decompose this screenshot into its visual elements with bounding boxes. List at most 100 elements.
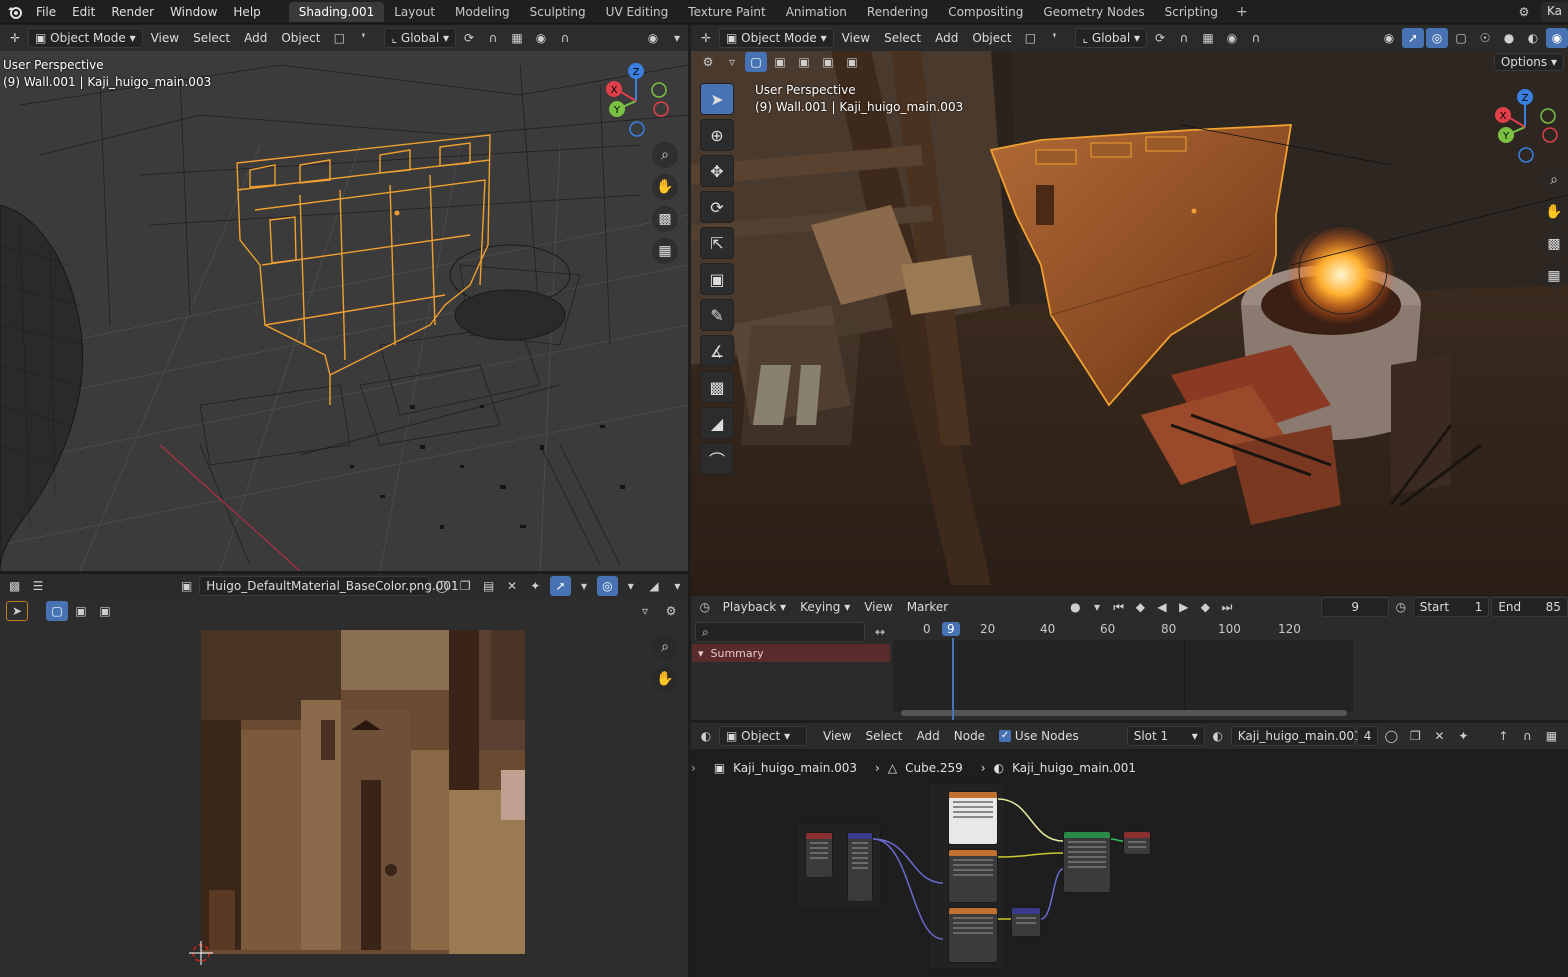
material-shading-icon[interactable]: ◐ [1522, 28, 1544, 48]
node-editor[interactable]: ◐ ▣ Object ▾ View Select Add Node ✓ Use … [691, 723, 1568, 977]
tab-scripting[interactable]: Scripting [1155, 2, 1228, 22]
navigation-gizmo[interactable]: Z Y X [602, 61, 672, 141]
breadcrumb-material[interactable]: Kaji_huigo_main.001 [1012, 761, 1136, 775]
wireframe-shading-icon[interactable]: ☉ [1474, 28, 1496, 48]
menu-object[interactable]: Object [275, 28, 326, 48]
display-channels-icon[interactable]: ◢ [643, 576, 664, 596]
transform-tool-icon[interactable]: ▣ [700, 263, 734, 295]
move-tool-icon[interactable]: ✥ [700, 155, 734, 187]
cursor-tool-icon[interactable]: ⊕ [700, 119, 734, 151]
current-frame-field[interactable]: 9 [1321, 597, 1390, 617]
zoom-icon[interactable]: ⌕ [1541, 167, 1567, 193]
image-name-field[interactable]: Huigo_DefaultMaterial_BaseColor.png.001 [199, 576, 459, 596]
tab-compositing[interactable]: Compositing [938, 2, 1033, 22]
falloff-icon[interactable]: ∩ [554, 28, 576, 48]
menu-view[interactable]: View [858, 597, 898, 617]
duplicate-material-icon[interactable]: ❐ [1404, 726, 1426, 746]
xray-icon[interactable]: ▢ [1450, 28, 1472, 48]
node-graph[interactable] [691, 779, 1568, 977]
material-sphere-icon[interactable]: ◐ [1207, 726, 1229, 746]
solid-shading-icon[interactable]: ● [1498, 28, 1520, 48]
menu-view[interactable]: View [145, 28, 185, 48]
image-browse-icon[interactable]: ▣ [176, 576, 197, 596]
viewport-right[interactable]: ✛ ▣ Object Mode ▾ View Select Add Object… [691, 25, 1568, 595]
snap-icon[interactable]: ∩ [1516, 726, 1538, 746]
scene-name[interactable]: Ka [1540, 2, 1568, 22]
pan-hand-icon[interactable]: ✋ [652, 666, 678, 692]
select-box-tool-icon[interactable]: ➤ [700, 83, 734, 115]
playback-dropdown[interactable]: Playback ▾ [717, 597, 792, 617]
object-mode-dropdown[interactable]: ▣ Object Mode ▾ [28, 28, 143, 48]
editor-type-icon[interactable]: ✛ [695, 28, 717, 48]
measure-tool-icon[interactable]: ∡ [700, 335, 734, 367]
menu-add[interactable]: Add [929, 28, 964, 48]
mesh-icon[interactable]: □ [328, 28, 350, 48]
grid-icon[interactable]: ▦ [652, 238, 678, 264]
add-cube-tool-icon[interactable]: ▩ [700, 371, 734, 403]
jump-end-icon[interactable]: ⏭ [1217, 597, 1237, 617]
settings-gear-icon[interactable]: ⚙ [697, 52, 719, 72]
select-subtract-icon[interactable]: ▣ [94, 601, 116, 621]
visibility-icon[interactable]: ◉ [642, 28, 664, 48]
fake-user-shield-icon[interactable]: ◯ [431, 576, 452, 596]
tool-extra-a-icon[interactable]: ◢ [700, 407, 734, 439]
unlink-x-icon[interactable]: ✕ [1428, 726, 1450, 746]
timeline-search-input[interactable]: ⌕ [695, 622, 865, 642]
editor-type-icon[interactable]: ◷ [695, 597, 715, 617]
visibility-icon[interactable]: ◉ [1378, 28, 1400, 48]
texture-image[interactable] [201, 630, 525, 954]
object-mode-dropdown[interactable]: ▣ Object Mode ▾ [719, 28, 834, 48]
select-invert-icon[interactable]: ▣ [817, 52, 839, 72]
stopwatch-icon[interactable]: ◷ [1391, 597, 1411, 617]
select-extend-icon[interactable]: ▣ [769, 52, 791, 72]
breadcrumb-mesh[interactable]: Cube.259 [905, 761, 963, 775]
pan-hand-icon[interactable]: ✋ [652, 174, 678, 200]
2d-cursor[interactable] [189, 941, 213, 965]
open-folder-icon[interactable]: ▤ [478, 576, 499, 596]
camera-icon[interactable]: ▩ [652, 206, 678, 232]
zoom-icon[interactable]: ⌕ [652, 634, 678, 660]
menu-marker[interactable]: Marker [901, 597, 954, 617]
add-workspace-button[interactable]: + [1228, 4, 1256, 20]
play-reverse-icon[interactable]: ◀ [1152, 597, 1172, 617]
channels-dropdown-icon[interactable]: ▾ [667, 576, 688, 596]
menu-window[interactable]: Window [162, 5, 225, 19]
swap-arrows-icon[interactable]: ↔ [869, 622, 891, 642]
pin-icon[interactable]: ✦ [525, 576, 546, 596]
pan-hand-icon[interactable]: ✋ [1541, 199, 1567, 225]
overlay-dropdown-icon[interactable]: ▾ [620, 576, 641, 596]
menu-select[interactable]: Select [859, 726, 908, 746]
playhead-line[interactable] [952, 638, 954, 720]
filter-icon[interactable]: ▿ [634, 601, 656, 621]
blender-logo-icon[interactable] [4, 1, 26, 23]
editor-type-icon[interactable]: ▩ [4, 576, 25, 596]
menu-add[interactable]: Add [911, 726, 946, 746]
overlay-icon[interactable]: ◎ [596, 576, 619, 596]
transform-orientation-dropdown[interactable]: ⌞ Global ▾ [384, 28, 457, 48]
gizmo-toggle-icon[interactable]: ➚ [1402, 28, 1424, 48]
menu-select[interactable]: Select [878, 28, 927, 48]
editor-type-icon[interactable]: ◐ [695, 726, 717, 746]
snap-icon[interactable]: ∩ [482, 28, 504, 48]
use-nodes-checkbox[interactable]: ✓ Use Nodes [993, 726, 1085, 746]
transform-orientation-dropdown[interactable]: ⌞ Global ▾ [1075, 28, 1148, 48]
select-subtract-icon[interactable]: ▣ [793, 52, 815, 72]
breadcrumb-object[interactable]: Kaji_huigo_main.003 [733, 761, 857, 775]
grease-pencil-icon[interactable]: ❜ [352, 28, 374, 48]
gizmo-dropdown-icon[interactable]: ▾ [573, 576, 594, 596]
camera-icon[interactable]: ▩ [1541, 231, 1567, 257]
zoom-icon[interactable]: ⌕ [652, 142, 678, 168]
tab-geometry-nodes[interactable]: Geometry Nodes [1033, 2, 1154, 22]
select-intersect-icon[interactable]: ▣ [841, 52, 863, 72]
mapping-node[interactable] [847, 832, 873, 902]
navigation-gizmo[interactable]: Z Y X [1491, 87, 1561, 167]
next-keyframe-icon[interactable]: ◆ [1196, 597, 1216, 617]
viewport-left[interactable]: ✛ ▣ Object Mode ▾ View Select Add Object… [0, 25, 688, 571]
record-icon[interactable]: ● [1066, 597, 1086, 617]
roughness-texture-node[interactable] [948, 849, 998, 903]
snap-icon[interactable]: ∩ [1173, 28, 1195, 48]
menu-node[interactable]: Node [948, 726, 991, 746]
annotate-tool-icon[interactable]: ✎ [700, 299, 734, 331]
menu-view[interactable]: View [817, 726, 857, 746]
scene-icon[interactable]: ⚙ [1513, 2, 1535, 22]
